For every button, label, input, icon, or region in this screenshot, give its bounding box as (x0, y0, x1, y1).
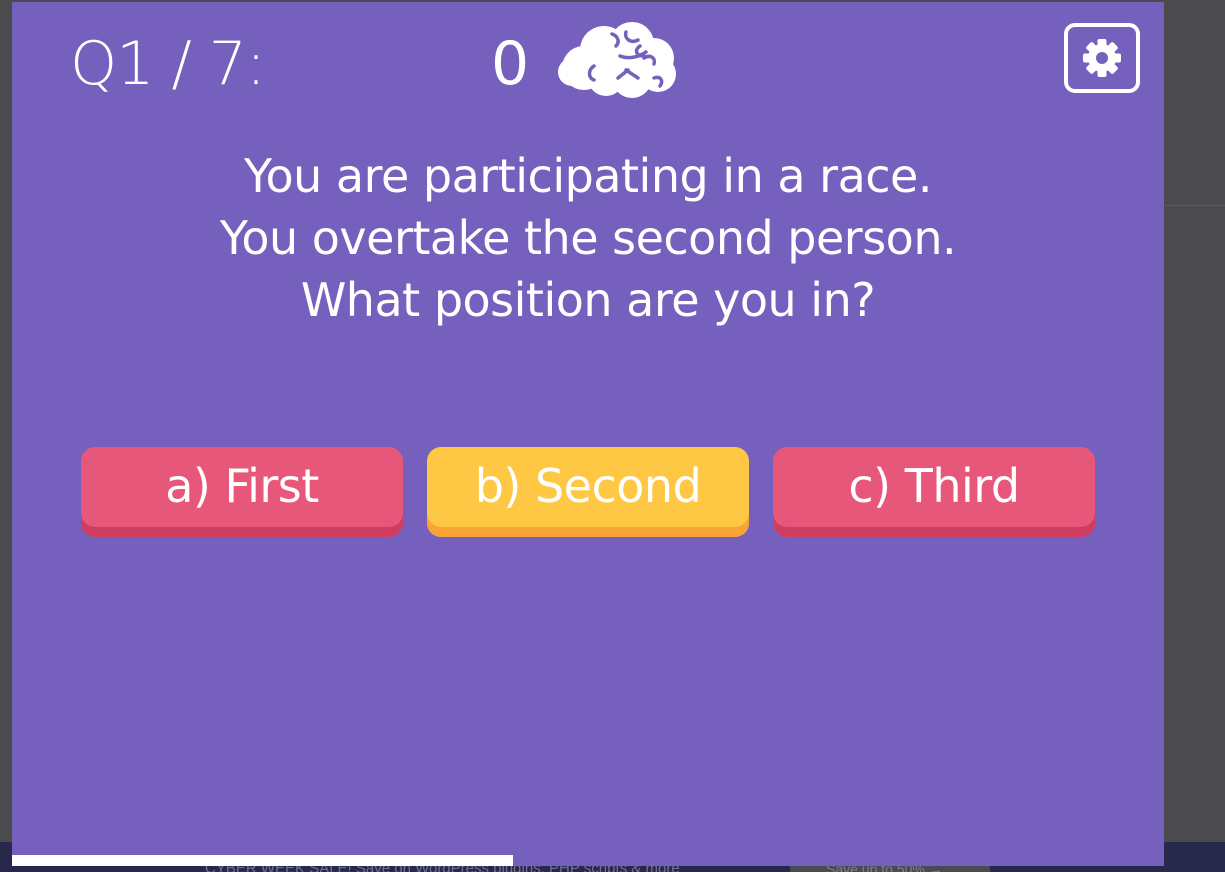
score-value: 0 (491, 29, 530, 99)
answer-button-third[interactable]: c) Third (773, 447, 1095, 537)
question-text: You are participating in a race. You ove… (12, 145, 1164, 331)
quiz-panel: Q1 / 7: 0 You are participating in a rac… (12, 2, 1164, 866)
question-counter: Q1 / 7: (70, 29, 266, 99)
progress-bar (12, 855, 1164, 866)
answer-button-second[interactable]: b) Second (427, 447, 749, 537)
question-line-2: You overtake the second person. (219, 211, 957, 265)
answer-label-second: b) Second (474, 459, 702, 513)
answer-button-first[interactable]: a) First (81, 447, 403, 537)
answer-label-first: a) First (165, 459, 319, 513)
backdrop-divider (1165, 205, 1225, 206)
progress-fill (12, 855, 514, 866)
answer-label-third: c) Third (848, 459, 1020, 513)
question-line-1: You are participating in a race. (244, 149, 932, 203)
question-line-3: What position are you in? (300, 273, 876, 327)
settings-button[interactable] (1064, 23, 1140, 93)
gear-icon (1083, 39, 1121, 77)
brain-icon (558, 22, 676, 98)
